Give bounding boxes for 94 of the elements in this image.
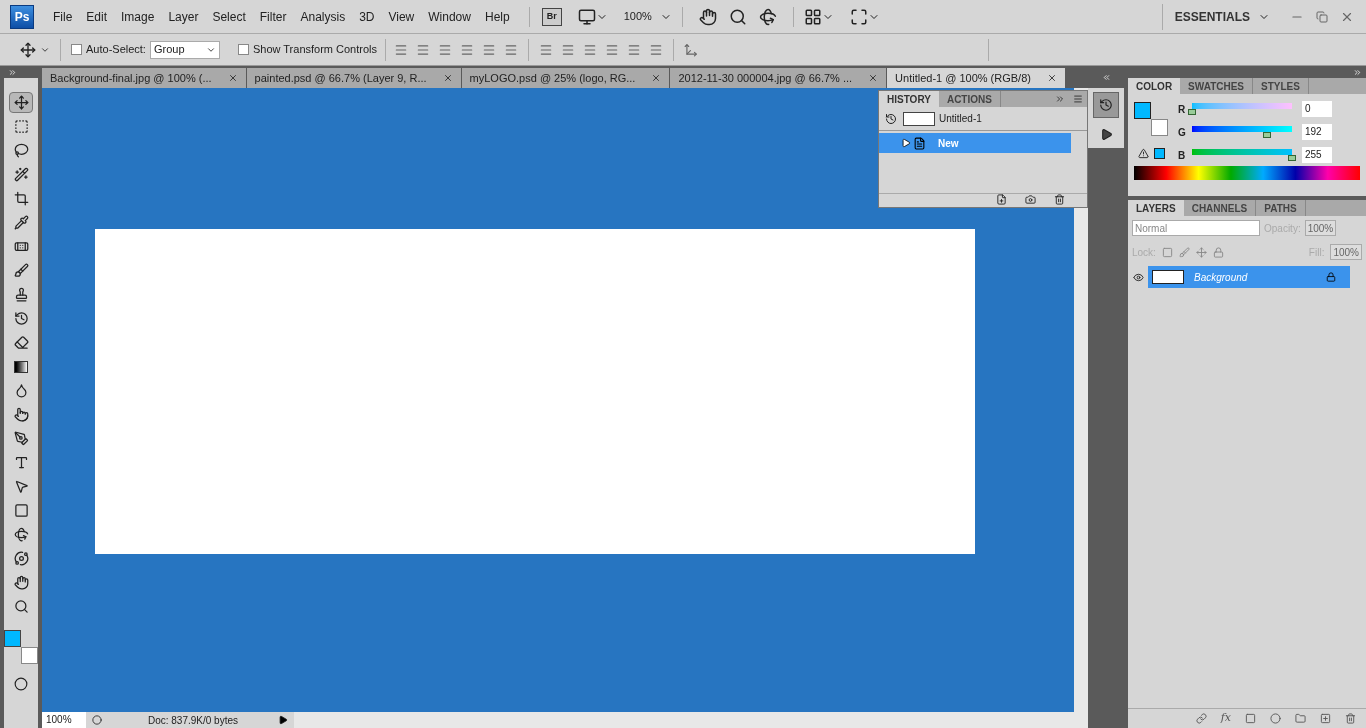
menu-item[interactable]: Edit (79, 7, 115, 26)
trash-icon[interactable] (1054, 194, 1065, 205)
channel-value-field[interactable]: 192 (1302, 124, 1332, 140)
move-icon[interactable] (9, 92, 33, 113)
panel-tab[interactable]: HISTORY (879, 91, 939, 107)
slider-thumb[interactable] (1288, 154, 1296, 161)
restore-icon[interactable] (1316, 10, 1328, 23)
link-icon[interactable] (1195, 713, 1207, 724)
menu-item[interactable]: View (381, 7, 422, 26)
align-icons-drawing[interactable] (394, 42, 519, 57)
mask-icon[interactable] (1245, 713, 1256, 724)
history-icon[interactable] (1099, 98, 1113, 112)
new-document-icon[interactable] (996, 194, 1007, 205)
document-tab[interactable]: myLOGO.psd @ 25% (logo, RG... (461, 68, 670, 88)
trash-icon[interactable] (1345, 713, 1356, 724)
document-info: Doc: 837.9K/0 bytes (146, 713, 240, 728)
collapse-icon[interactable] (1101, 72, 1111, 82)
new-layer-icon[interactable] (1320, 713, 1331, 724)
channel-value-field[interactable]: 0 (1302, 101, 1332, 117)
mask-mode-icon[interactable] (14, 677, 28, 691)
menu-item[interactable]: Filter (252, 7, 294, 26)
camera-icon[interactable] (1025, 194, 1036, 205)
close-icon[interactable] (651, 73, 662, 83)
menu-item[interactable]: Select (205, 7, 253, 26)
close-icon[interactable] (442, 73, 453, 83)
app-logo: Ps (10, 4, 34, 29)
document-tab[interactable]: 2012-11-30 000004.jpg @ 66.7% ... (670, 68, 887, 88)
move-icon[interactable] (20, 41, 36, 58)
background-swatch[interactable] (21, 647, 38, 664)
channel-label: G (1178, 125, 1187, 140)
effects-button[interactable]: fx (1220, 710, 1231, 727)
bridge-button[interactable]: Br (541, 7, 562, 26)
panel-tab[interactable]: LAYERS (1128, 200, 1184, 216)
adjustment-icon[interactable] (1270, 713, 1281, 724)
document-tab[interactable]: painted.psd @ 66.7% (Layer 9, R... (246, 68, 461, 88)
screen-icon[interactable] (577, 7, 596, 26)
menu-item[interactable]: 3D (352, 7, 382, 26)
status-menu-icon[interactable] (278, 715, 288, 725)
document-tab[interactable]: Background-final.jpg @ 100% (... (42, 68, 246, 88)
panel-tab[interactable]: COLOR (1128, 78, 1181, 94)
folder-icon[interactable] (1295, 713, 1306, 724)
warning-icon[interactable] (1138, 148, 1149, 159)
document-icon (913, 136, 926, 150)
layout-icon[interactable] (803, 7, 822, 26)
expand-icon[interactable] (8, 67, 17, 77)
slider-thumb[interactable] (1188, 108, 1196, 115)
color-spectrum[interactable] (1134, 166, 1360, 180)
channel-label: R (1178, 102, 1187, 117)
hand-icon[interactable] (698, 7, 717, 26)
tab-title[interactable]: painted.psd @ 66.7% (Layer 9, R... (254, 69, 427, 87)
web-color-swatch[interactable] (1154, 148, 1165, 159)
auto-align-icon[interactable] (684, 42, 699, 57)
tab-title[interactable]: Background-final.jpg @ 100% (... (50, 69, 212, 87)
checkbox[interactable] (237, 44, 249, 55)
screen-mode-icon[interactable] (849, 7, 868, 26)
fill-field[interactable]: 100% (1330, 244, 1362, 260)
close-icon[interactable] (227, 73, 238, 83)
tab-title[interactable]: 2012-11-30 000004.jpg @ 66.7% ... (678, 69, 853, 87)
close-icon[interactable] (1046, 73, 1057, 83)
zoom-field[interactable]: 100% (42, 712, 86, 728)
tab-title[interactable]: Untitled-1 @ 100% (RGB/8) (895, 69, 1031, 87)
workspace-switcher[interactable]: ESSENTIALS (1174, 7, 1250, 26)
zoom-level[interactable]: 100% (623, 8, 652, 25)
distribute-icons-drawing[interactable] (539, 42, 664, 57)
channel-value-field[interactable]: 255 (1302, 147, 1332, 163)
checkbox-label: Auto-Select: (86, 42, 146, 58)
snapshot-name[interactable]: Untitled-1 (939, 111, 982, 126)
history-brush-icon[interactable] (885, 112, 897, 125)
menu-item[interactable]: Analysis (293, 7, 353, 26)
snapshot-thumbnail (903, 111, 935, 126)
menu-item[interactable]: Layer (161, 7, 206, 26)
checkbox[interactable] (71, 44, 82, 55)
expand-icon[interactable] (1353, 67, 1362, 77)
menu-item[interactable]: Image (114, 7, 162, 26)
state-marker-icon[interactable] (901, 138, 911, 148)
rotate-icon[interactable] (758, 7, 777, 26)
opacity-field[interactable]: 100% (1304, 220, 1337, 236)
channel-label: B (1178, 148, 1187, 163)
menu-item[interactable]: File (46, 7, 80, 26)
background-swatch[interactable] (1151, 119, 1168, 136)
close-icon[interactable] (868, 73, 879, 83)
blend-mode-dropdown[interactable]: Normal (1132, 220, 1260, 236)
slider-thumb[interactable] (1263, 131, 1272, 138)
checkbox-label: Show Transform Controls (252, 42, 378, 58)
menu-item[interactable]: Help (477, 7, 517, 26)
document-tab[interactable]: Untitled-1 @ 100% (RGB/8) (887, 68, 1065, 88)
foreground-swatch[interactable] (1134, 102, 1151, 119)
foreground-swatch[interactable] (4, 630, 21, 647)
horizontal-scrollbar[interactable] (294, 712, 1088, 728)
search-icon[interactable] (728, 7, 747, 26)
menu-item[interactable]: Window (421, 7, 478, 26)
play-icon[interactable] (1099, 127, 1113, 141)
tab-title[interactable]: myLOGO.psd @ 25% (logo, RG... (469, 69, 636, 87)
status-icon[interactable] (92, 715, 102, 725)
